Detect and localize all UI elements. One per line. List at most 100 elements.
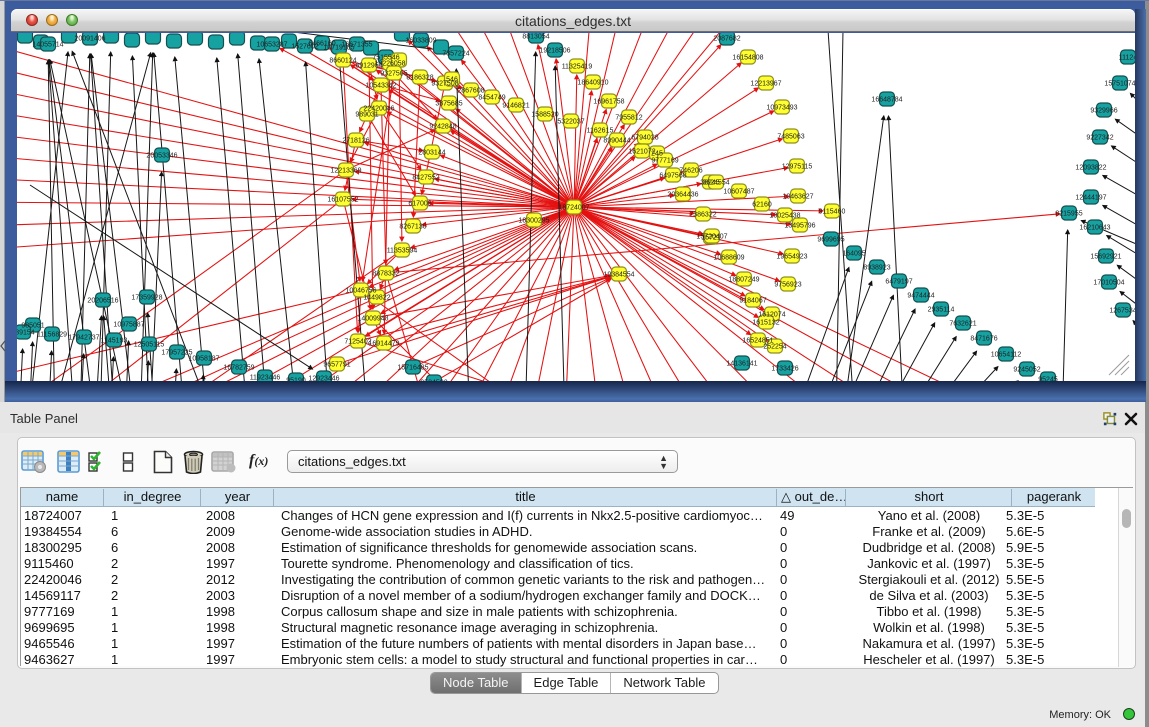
svg-text:10463627: 10463627	[782, 194, 813, 201]
svg-text:3875685: 3875685	[435, 101, 462, 108]
svg-text:985051: 985051	[21, 323, 44, 330]
svg-text:9699695: 9699695	[817, 237, 844, 244]
svg-text:8186328: 8186328	[406, 75, 433, 82]
svg-text:8471676: 8471676	[970, 336, 997, 343]
svg-text:2803144: 2803144	[418, 150, 445, 157]
svg-text:9184067: 9184067	[739, 298, 766, 305]
svg-text:20053346: 20053346	[146, 153, 177, 160]
svg-text:16154808: 16154808	[732, 55, 763, 62]
svg-text:12505115: 12505115	[134, 342, 165, 349]
svg-text:2867608: 2867608	[457, 88, 484, 95]
svg-text:11325419: 11325419	[562, 64, 593, 71]
svg-text:11124: 11124	[1119, 55, 1135, 62]
svg-text:617006: 617006	[408, 201, 431, 208]
svg-text:9227342: 9227342	[1086, 135, 1113, 142]
svg-text:8427552: 8427552	[412, 175, 439, 182]
svg-text:1615132: 1615132	[752, 320, 779, 327]
svg-text:164095: 164095	[842, 251, 865, 258]
svg-text:1162615: 1162615	[587, 128, 614, 135]
svg-text:16914479: 16914479	[368, 341, 399, 348]
svg-text:12093822: 12093822	[1075, 165, 1106, 172]
svg-text:16107552: 16107552	[327, 197, 358, 204]
svg-text:10543342: 10543342	[365, 83, 396, 90]
svg-text:16961758: 16961758	[593, 99, 624, 106]
svg-text:20091406: 20091406	[74, 36, 105, 43]
svg-text:8215955: 8215955	[1055, 211, 1082, 218]
svg-text:3624554: 3624554	[702, 180, 729, 187]
svg-text:9115460: 9115460	[819, 209, 846, 216]
svg-text:2718126: 2718126	[342, 138, 369, 145]
svg-text:6794028: 6794028	[631, 135, 658, 142]
svg-text:12444197: 12444197	[1075, 195, 1106, 202]
svg-text:7386322: 7386322	[689, 212, 716, 219]
svg-text:2087682: 2087682	[713, 36, 740, 43]
svg-text:1733426: 1733426	[771, 366, 798, 373]
svg-text:17942737: 17942737	[68, 335, 99, 342]
svg-text:8454749: 8454749	[478, 95, 505, 102]
svg-text:1612074: 1612074	[758, 312, 785, 319]
svg-text:16648784: 16648784	[871, 97, 902, 104]
svg-text:8813054: 8813054	[522, 34, 549, 41]
svg-text:8938923: 8938923	[863, 265, 890, 272]
svg-text:15751074: 15751074	[1104, 81, 1135, 88]
svg-text:12213369: 12213369	[330, 168, 361, 175]
svg-text:9777169: 9777169	[651, 158, 678, 165]
svg-text:11923446: 11923446	[250, 375, 281, 382]
svg-text:1267534: 1267534	[1109, 308, 1135, 315]
svg-text:1588520: 1588520	[531, 112, 558, 119]
svg-text:7632621: 7632621	[949, 321, 976, 328]
svg-text:9245052: 9245052	[1013, 367, 1040, 374]
svg-text:10046756: 10046756	[345, 288, 376, 295]
svg-text:9524502: 9524502	[420, 380, 447, 382]
svg-text:9657791: 9657791	[323, 362, 350, 369]
svg-text:16033809: 16033809	[405, 38, 436, 45]
svg-text:9327505: 9327505	[380, 71, 407, 78]
svg-text:20206516: 20206516	[87, 298, 118, 305]
svg-text:19384554: 19384554	[603, 272, 634, 279]
svg-text:18300295: 18300295	[518, 218, 549, 225]
svg-text:5322037: 5322037	[557, 119, 584, 126]
svg-text:2935114: 2935114	[928, 307, 955, 314]
svg-text:17010504: 17010504	[1093, 280, 1124, 287]
svg-text:18807249: 18807249	[728, 277, 759, 284]
svg-text:10958187: 10958187	[188, 356, 219, 363]
svg-text:16210643: 16210643	[1079, 225, 1110, 232]
svg-text:95190: 95190	[286, 378, 306, 382]
svg-text:10653287: 10653287	[256, 42, 287, 49]
svg-text:19218506: 19218506	[539, 48, 570, 55]
svg-text:15692921: 15692921	[1090, 254, 1121, 261]
svg-text:11353594: 11353594	[387, 248, 418, 255]
svg-text:15716485: 15716485	[397, 365, 428, 372]
svg-text:252254: 252254	[763, 344, 786, 351]
svg-text:62160: 62160	[752, 202, 772, 209]
svg-text:6479197: 6479197	[885, 279, 912, 286]
svg-text:8660124: 8660124	[329, 58, 356, 65]
svg-text:12975115: 12975115	[782, 164, 813, 171]
svg-text:11156829: 11156829	[37, 332, 67, 339]
svg-text:17359928: 17359928	[131, 295, 162, 302]
svg-text:7955812: 7955812	[615, 115, 642, 122]
svg-text:7485063: 7485063	[777, 134, 804, 141]
svg-text:9474444: 9474444	[907, 293, 934, 300]
svg-text:14009948: 14009948	[357, 316, 388, 323]
svg-text:10607487: 10607487	[723, 189, 754, 196]
svg-text:10973493: 10973493	[766, 105, 797, 112]
svg-text:245: 245	[651, 151, 663, 158]
svg-text:18724007: 18724007	[558, 205, 589, 212]
svg-text:9146821: 9146821	[502, 103, 529, 110]
svg-text:12213967: 12213967	[750, 81, 781, 88]
svg-text:14136141: 14136141	[726, 361, 757, 368]
svg-text:16671355: 16671355	[341, 42, 372, 49]
svg-text:989031: 989031	[355, 112, 378, 119]
svg-text:9756923: 9756923	[774, 282, 801, 289]
svg-text:20364436: 20364436	[667, 192, 698, 199]
svg-text:95245: 95245	[1038, 377, 1058, 382]
svg-text:18640910: 18640910	[577, 80, 608, 87]
svg-text:9329966: 9329966	[1090, 108, 1117, 115]
svg-text:746206: 746206	[679, 168, 702, 175]
svg-text:12923446: 12923446	[308, 376, 339, 382]
svg-text:8267130: 8267130	[399, 224, 426, 231]
svg-text:7357224: 7357224	[442, 51, 469, 58]
svg-text:10975887: 10975887	[113, 322, 144, 329]
svg-text:10025438: 10025438	[769, 213, 800, 220]
